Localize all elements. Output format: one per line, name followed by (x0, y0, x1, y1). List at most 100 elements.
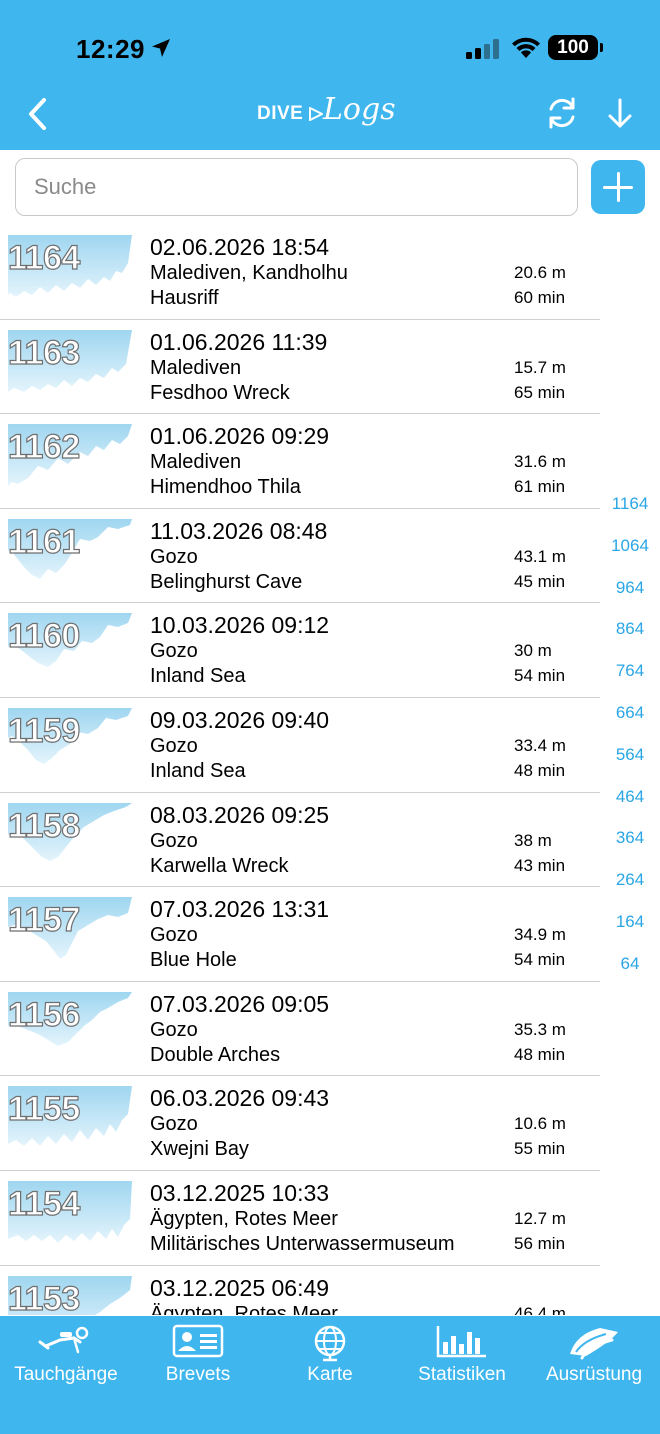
dive-row[interactable]: 1156 07.03.2026 09:05 Gozo Double Arches… (0, 982, 600, 1077)
tab-ausruestung[interactable]: Ausrüstung (528, 1316, 660, 1396)
tab-label: Statistiken (418, 1364, 506, 1385)
dive-duration: 54 min (514, 950, 566, 970)
dive-depth: 33.4 m (514, 735, 566, 755)
dive-row[interactable]: 1154 03.12.2025 10:33 Ägypten, Rotes Mee… (0, 1171, 600, 1266)
dive-site: Blue Hole (150, 949, 237, 972)
dive-site: Inland Sea (150, 665, 246, 688)
search-input[interactable] (16, 159, 577, 215)
index-item[interactable]: 1064 (600, 532, 660, 574)
dive-date: 07.03.2026 13:31 (150, 896, 330, 923)
dive-depth: 30 m (514, 641, 552, 661)
battery-indicator: 100 (548, 35, 603, 60)
index-item[interactable]: 664 (600, 699, 660, 741)
dive-date: 10.03.2026 09:12 (150, 612, 330, 639)
dive-duration: 45 min (514, 571, 566, 591)
index-item[interactable]: 964 (600, 574, 660, 616)
dive-row[interactable]: 1155 06.03.2026 09:43 Gozo Xwejni Bay 10… (0, 1076, 600, 1171)
dive-number: 1163 (7, 333, 80, 372)
dive-depth: 15.7 m (514, 357, 566, 377)
dive-number: 1159 (7, 711, 80, 750)
bar-chart-icon (436, 1326, 486, 1358)
status-bar: 12:29 100 (0, 0, 660, 90)
dive-location: Malediven, Kandholhu (150, 262, 348, 284)
dive-date: 01.06.2026 11:39 (150, 328, 328, 355)
nav-bar: DIVE Logs (0, 90, 660, 150)
dive-depth: 38 m (514, 830, 552, 850)
dive-row[interactable]: 1163 01.06.2026 11:39 Malediven Fesdhoo … (0, 320, 600, 415)
dive-number: 1162 (7, 428, 80, 467)
dive-location: Gozo (150, 1113, 198, 1136)
index-item[interactable]: 864 (600, 615, 660, 657)
dive-number: 1161 (7, 522, 80, 561)
dive-date: 09.03.2026 09:40 (150, 706, 330, 733)
dive-date: 01.06.2026 09:29 (150, 423, 330, 450)
index-item[interactable]: 464 (600, 783, 660, 825)
dive-duration: 48 min (514, 760, 566, 780)
tab-statistiken[interactable]: Statistiken (396, 1316, 528, 1396)
tab-brevets[interactable]: Brevets (132, 1316, 264, 1396)
dive-location: Gozo (150, 1018, 198, 1041)
dive-row[interactable]: 1160 10.03.2026 09:12 Gozo Inland Sea 30… (0, 603, 600, 698)
dive-depth: 43.1 m (514, 546, 566, 566)
logo-logs-text: Logs (323, 92, 396, 127)
dive-number: 1160 (7, 617, 80, 656)
dive-number: 1164 (7, 238, 80, 277)
dive-site: Xwejni Bay (150, 1138, 249, 1161)
dive-date: 07.03.2026 09:05 (150, 990, 330, 1017)
dive-site: Hausriff (150, 287, 219, 309)
logo-dive-text: DIVE (257, 103, 304, 124)
id-card-icon (172, 1324, 224, 1358)
dive-date: 11.03.2026 08:48 (150, 517, 328, 544)
dive-date: 06.03.2026 09:43 (150, 1085, 330, 1112)
play-icon (309, 107, 323, 121)
dive-date: 03.12.2025 10:33 (150, 1179, 330, 1206)
tab-label: Brevets (165, 1364, 231, 1385)
index-item[interactable]: 164 (600, 908, 660, 950)
index-item[interactable]: 1164 (600, 490, 660, 532)
tab-tauchgaenge[interactable]: Tauchgänge (0, 1316, 132, 1396)
dive-duration: 56 min (514, 1233, 566, 1253)
dive-location: Gozo (150, 640, 198, 663)
dive-depth: 10.6 m (514, 1114, 566, 1134)
dive-depth: 46.4 m (514, 1303, 566, 1315)
dive-date: 02.06.2026 18:54 (150, 234, 330, 260)
index-item[interactable]: 764 (600, 657, 660, 699)
index-item[interactable]: 564 (600, 741, 660, 783)
fins-icon (570, 1328, 618, 1360)
dive-row[interactable]: 1153 03.12.2025 06:49 Ägypten, Rotes Mee… (0, 1266, 600, 1315)
index-item[interactable]: 364 (600, 824, 660, 866)
dive-row[interactable]: 1158 08.03.2026 09:25 Gozo Karwella Wrec… (0, 793, 600, 888)
dive-depth: 20.6 m (514, 263, 566, 282)
dive-number: 1154 (7, 1184, 80, 1223)
globe-icon (314, 1325, 346, 1362)
dive-location: Ägypten, Rotes Meer (150, 1302, 338, 1315)
dive-row[interactable]: 1159 09.03.2026 09:40 Gozo Inland Sea 33… (0, 698, 600, 793)
dive-row[interactable]: 1161 11.03.2026 08:48 Gozo Belinghurst C… (0, 509, 600, 604)
dive-number: 1158 (7, 806, 80, 845)
refresh-icon[interactable] (545, 95, 579, 131)
dive-row[interactable]: 1162 01.06.2026 09:29 Malediven Himendho… (0, 414, 600, 509)
dive-number: 1155 (7, 1090, 80, 1129)
dive-number: 1153 (7, 1279, 80, 1315)
tab-karte[interactable]: Karte (264, 1316, 396, 1396)
dive-date: 03.12.2025 06:49 (150, 1274, 330, 1301)
dive-site: Belinghurst Cave (150, 570, 303, 593)
chevron-left-icon[interactable] (24, 96, 54, 132)
dive-duration: 55 min (514, 1139, 566, 1159)
status-time: 12:29 (76, 34, 145, 64)
dive-site: Himendhoo Thila (150, 476, 301, 499)
dive-row[interactable]: 1157 07.03.2026 13:31 Gozo Blue Hole 34.… (0, 887, 600, 982)
dive-location: Malediven (150, 356, 242, 379)
index-item[interactable]: 64 (600, 950, 660, 992)
dive-location: Gozo (150, 924, 198, 947)
location-arrow-icon (152, 39, 170, 57)
arrow-down-icon[interactable] (605, 97, 635, 131)
dive-depth: 35.3 m (514, 1019, 566, 1039)
app-logo: DIVE Logs (255, 92, 405, 138)
dive-number: 1157 (7, 901, 80, 940)
index-item[interactable]: 264 (600, 866, 660, 908)
dive-row[interactable]: 1164 02.06.2026 18:54 Malediven, Kandhol… (0, 225, 600, 320)
add-dive-button[interactable] (591, 160, 645, 214)
dive-site: Fesdhoo Wreck (150, 381, 290, 404)
dive-site: Double Arches (150, 1043, 281, 1066)
